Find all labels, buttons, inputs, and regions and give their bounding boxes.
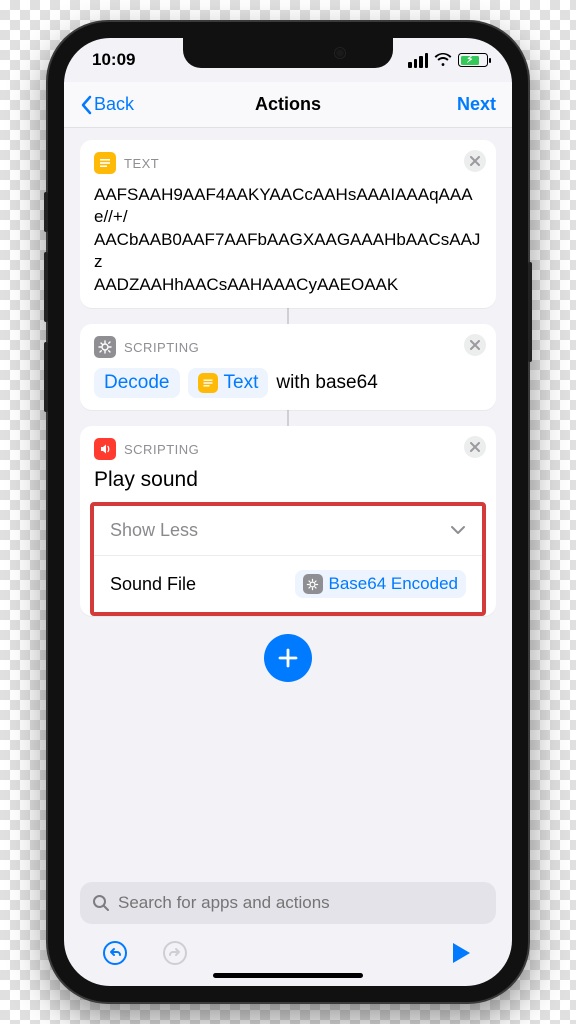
workflow-connector — [80, 308, 496, 324]
redo-icon — [162, 940, 188, 966]
workflow-connector — [80, 410, 496, 426]
signal-icon — [408, 53, 428, 68]
undo-icon — [102, 940, 128, 966]
play-action-dismiss[interactable] — [464, 436, 486, 458]
editor-toolbar — [80, 924, 496, 972]
text-action-card[interactable]: TEXT AAFSAAH9AAF4AAKYAACcAAHsAAAIAAAqAAA… — [80, 140, 496, 308]
battery-icon: ⚡︎ — [458, 53, 488, 67]
decode-suffix-label: with base64 — [276, 372, 377, 394]
decode-action-card[interactable]: SCRIPTING Decode Text with base64 — [80, 324, 496, 410]
gear-icon — [303, 574, 323, 594]
text-action-dismiss[interactable] — [464, 150, 486, 172]
sound-file-value-token[interactable]: Base64 Encoded — [295, 570, 467, 598]
decode-target-label: Text — [224, 372, 259, 394]
search-icon — [92, 894, 110, 912]
next-button[interactable]: Next — [457, 94, 496, 115]
play-category-label: SCRIPTING — [124, 442, 199, 457]
device-notch — [183, 38, 393, 68]
back-button[interactable]: Back — [80, 94, 134, 115]
back-label: Back — [94, 94, 134, 115]
search-input[interactable] — [118, 893, 484, 913]
play-action-title: Play sound — [94, 468, 482, 492]
navigation-bar: Back Actions Next — [64, 82, 512, 128]
decode-target-token[interactable]: Text — [188, 368, 269, 398]
add-action-button[interactable] — [264, 634, 312, 682]
chevron-left-icon — [80, 95, 92, 115]
highlight-annotation: Show Less Sound File Base64 Encoded — [90, 502, 486, 616]
run-button[interactable] — [446, 938, 476, 968]
scripting-category-icon — [94, 336, 116, 358]
show-less-row[interactable]: Show Less — [94, 506, 482, 555]
text-action-body[interactable]: AAFSAAH9AAF4AAKYAACcAAHsAAAIAAAqAAAe//+/… — [94, 184, 482, 296]
text-mini-icon — [198, 373, 218, 393]
close-icon — [470, 340, 480, 350]
text-category-icon — [94, 152, 116, 174]
search-field[interactable] — [80, 882, 496, 924]
decode-verb-token[interactable]: Decode — [94, 368, 180, 398]
status-time: 10:09 — [92, 50, 135, 70]
close-icon — [470, 156, 480, 166]
play-sound-action-card[interactable]: SCRIPTING Play sound Show Less Sound Fil… — [80, 426, 496, 616]
show-less-label: Show Less — [110, 520, 198, 541]
close-icon — [470, 442, 480, 452]
redo-button[interactable] — [160, 938, 190, 968]
plus-icon — [277, 647, 299, 669]
sound-file-row[interactable]: Sound File Base64 Encoded — [94, 555, 482, 612]
undo-button[interactable] — [100, 938, 130, 968]
home-indicator[interactable] — [213, 973, 363, 978]
sound-file-label: Sound File — [110, 574, 196, 595]
sound-file-value-label: Base64 Encoded — [329, 574, 459, 594]
text-category-label: TEXT — [124, 156, 159, 171]
play-icon — [450, 941, 472, 965]
chevron-down-icon — [450, 522, 466, 540]
decode-category-label: SCRIPTING — [124, 340, 199, 355]
decode-action-dismiss[interactable] — [464, 334, 486, 356]
sound-category-icon — [94, 438, 116, 460]
wifi-icon — [434, 53, 452, 67]
